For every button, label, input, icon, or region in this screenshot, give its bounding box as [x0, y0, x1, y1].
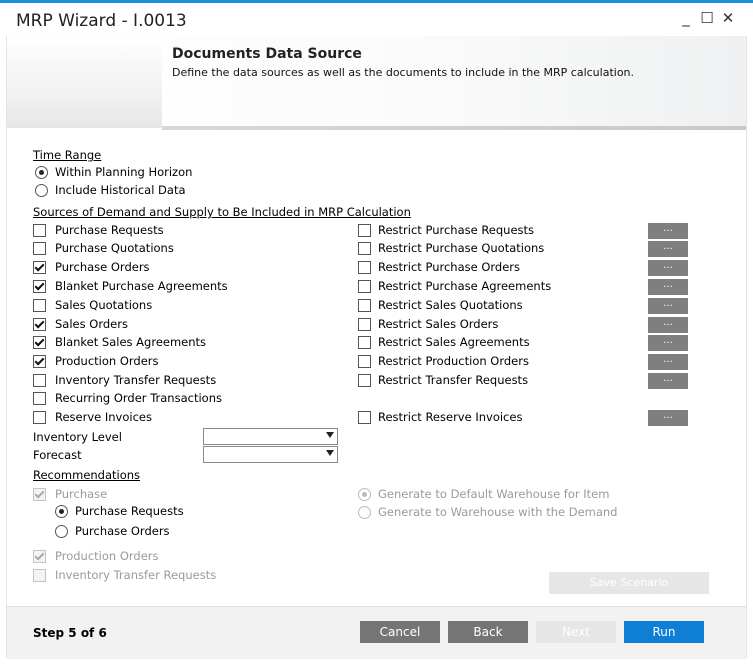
- restrict-production-orders-label: Restrict Production Orders: [378, 354, 529, 368]
- window-left-border: [6, 36, 7, 658]
- restrict-purchase-orders-checkbox[interactable]: [358, 261, 371, 274]
- minimize-icon[interactable]: _: [676, 9, 696, 27]
- reserve-invoices-label: Reserve Invoices: [55, 410, 152, 424]
- blanket-purchase-agreements-label: Blanket Purchase Agreements: [55, 279, 228, 293]
- recommendations-title: Recommendations: [33, 468, 141, 482]
- restrict-purchase-quotations-label: Restrict Purchase Quotations: [378, 241, 545, 255]
- step-description: Define the data sources as well as the d…: [172, 66, 635, 79]
- demand-warehouse-label: Generate to Warehouse with the Demand: [378, 505, 618, 519]
- within-planning-horizon-radio[interactable]: [35, 166, 48, 179]
- blanket-sales-agreements-label: Blanket Sales Agreements: [55, 335, 207, 349]
- restrict-transfer-requests-button[interactable]: ...: [648, 373, 688, 389]
- restrict-reserve-invoices-checkbox[interactable]: [358, 411, 371, 424]
- chevron-down-icon: [326, 432, 334, 438]
- purchase-orders-checkbox[interactable]: [33, 261, 46, 274]
- restrict-purchase-orders-label: Restrict Purchase Orders: [378, 260, 521, 274]
- include-historical-data-label: Include Historical Data: [55, 183, 186, 197]
- restrict-purchase-quotations-checkbox[interactable]: [358, 242, 371, 255]
- restrict-purchase-requests-button[interactable]: ...: [648, 223, 688, 239]
- blanket-purchase-agreements-checkbox[interactable]: [33, 280, 46, 293]
- cancel-button[interactable]: Cancel: [360, 621, 440, 643]
- title-bar: MRP Wizard - I.0013 _ ☐ ✕: [0, 3, 753, 36]
- back-button[interactable]: Back: [448, 621, 528, 643]
- sales-quotations-checkbox[interactable]: [33, 299, 46, 312]
- next-button[interactable]: Next: [536, 621, 616, 643]
- inventory-level-label: Inventory Level: [33, 430, 122, 444]
- restrict-reserve-invoices-label: Restrict Reserve Invoices: [378, 410, 523, 424]
- sources-title: Sources of Demand and Supply to Be Inclu…: [33, 205, 411, 219]
- restrict-purchase-quotations-button[interactable]: ...: [648, 241, 688, 257]
- restrict-sales-quotations-button[interactable]: ...: [648, 298, 688, 314]
- demand-warehouse-radio[interactable]: [358, 506, 371, 519]
- chevron-down-icon: [326, 450, 334, 456]
- purchase-requests-radio[interactable]: [55, 505, 68, 518]
- purchase-orders-label: Purchase Orders: [55, 260, 150, 274]
- restrict-purchase-agreements-label: Restrict Purchase Agreements: [378, 279, 552, 293]
- purchase-orders-radio[interactable]: [55, 525, 68, 538]
- restrict-purchase-requests-checkbox[interactable]: [358, 224, 371, 237]
- purchase-requests-label: Purchase Requests: [55, 223, 164, 237]
- restrict-transfer-requests-label: Restrict Transfer Requests: [378, 373, 529, 387]
- restrict-sales-quotations-label: Restrict Sales Quotations: [378, 298, 523, 312]
- wizard-header-graphic: [7, 36, 162, 128]
- inventory-transfer-requests-label: Inventory Transfer Requests: [55, 373, 217, 387]
- time-range-title: Time Range: [33, 148, 102, 162]
- recurring-order-transactions-label: Recurring Order Transactions: [55, 391, 222, 405]
- purchase-recommendation-label: Purchase: [55, 487, 108, 501]
- blanket-sales-agreements-checkbox[interactable]: [33, 336, 46, 349]
- restrict-production-orders-button[interactable]: ...: [648, 354, 688, 370]
- production-orders-recommendation-checkbox[interactable]: [33, 550, 46, 563]
- run-button[interactable]: Run: [624, 621, 704, 643]
- purchase-requests-checkbox[interactable]: [33, 224, 46, 237]
- step-title: Documents Data Source: [172, 46, 362, 62]
- within-planning-horizon-label: Within Planning Horizon: [55, 165, 193, 179]
- restrict-sales-orders-button[interactable]: ...: [648, 317, 688, 333]
- purchase-orders-radio-label: Purchase Orders: [75, 524, 170, 538]
- window-right-border: [746, 36, 747, 658]
- maximize-icon[interactable]: ☐: [697, 9, 717, 27]
- restrict-reserve-invoices-button[interactable]: ...: [648, 410, 688, 426]
- close-icon[interactable]: ✕: [718, 9, 738, 27]
- window-title: MRP Wizard - I.0013: [16, 11, 187, 31]
- restrict-sales-agreements-checkbox[interactable]: [358, 336, 371, 349]
- restrict-purchase-agreements-checkbox[interactable]: [358, 280, 371, 293]
- restrict-sales-orders-label: Restrict Sales Orders: [378, 317, 499, 331]
- restrict-production-orders-checkbox[interactable]: [358, 355, 371, 368]
- restrict-sales-orders-checkbox[interactable]: [358, 318, 371, 331]
- restrict-purchase-requests-label: Restrict Purchase Requests: [378, 223, 535, 237]
- header-divider: [162, 126, 746, 130]
- inventory-level-select[interactable]: [203, 428, 338, 445]
- restrict-transfer-requests-checkbox[interactable]: [358, 374, 371, 387]
- production-orders-recommendation-label: Production Orders: [55, 549, 159, 563]
- sales-quotations-label: Sales Quotations: [55, 298, 153, 312]
- purchase-requests-radio-label: Purchase Requests: [75, 504, 184, 518]
- restrict-sales-agreements-label: Restrict Sales Agreements: [378, 335, 530, 349]
- purchase-recommendation-checkbox[interactable]: [33, 488, 46, 501]
- reserve-invoices-checkbox[interactable]: [33, 411, 46, 424]
- inventory-transfer-recommendation-label: Inventory Transfer Requests: [55, 568, 217, 582]
- forecast-label: Forecast: [33, 448, 82, 462]
- inventory-transfer-requests-checkbox[interactable]: [33, 374, 46, 387]
- purchase-quotations-checkbox[interactable]: [33, 242, 46, 255]
- step-indicator: Step 5 of 6: [33, 626, 107, 640]
- default-warehouse-radio[interactable]: [358, 488, 371, 501]
- restrict-purchase-orders-button[interactable]: ...: [648, 260, 688, 276]
- purchase-quotations-label: Purchase Quotations: [55, 241, 174, 255]
- restrict-sales-quotations-checkbox[interactable]: [358, 299, 371, 312]
- production-orders-label: Production Orders: [55, 354, 159, 368]
- restrict-sales-agreements-button[interactable]: ...: [648, 335, 688, 351]
- include-historical-data-radio[interactable]: [35, 184, 48, 197]
- restrict-purchase-agreements-button[interactable]: ...: [648, 279, 688, 295]
- forecast-select[interactable]: [203, 446, 338, 463]
- inventory-transfer-recommendation-checkbox[interactable]: [33, 569, 46, 582]
- sales-orders-checkbox[interactable]: [33, 318, 46, 331]
- save-scenario-button[interactable]: Save Scenario: [549, 572, 709, 594]
- default-warehouse-label: Generate to Default Warehouse for Item: [378, 487, 610, 501]
- sales-orders-label: Sales Orders: [55, 317, 128, 331]
- recurring-order-transactions-checkbox[interactable]: [33, 392, 46, 405]
- production-orders-checkbox[interactable]: [33, 355, 46, 368]
